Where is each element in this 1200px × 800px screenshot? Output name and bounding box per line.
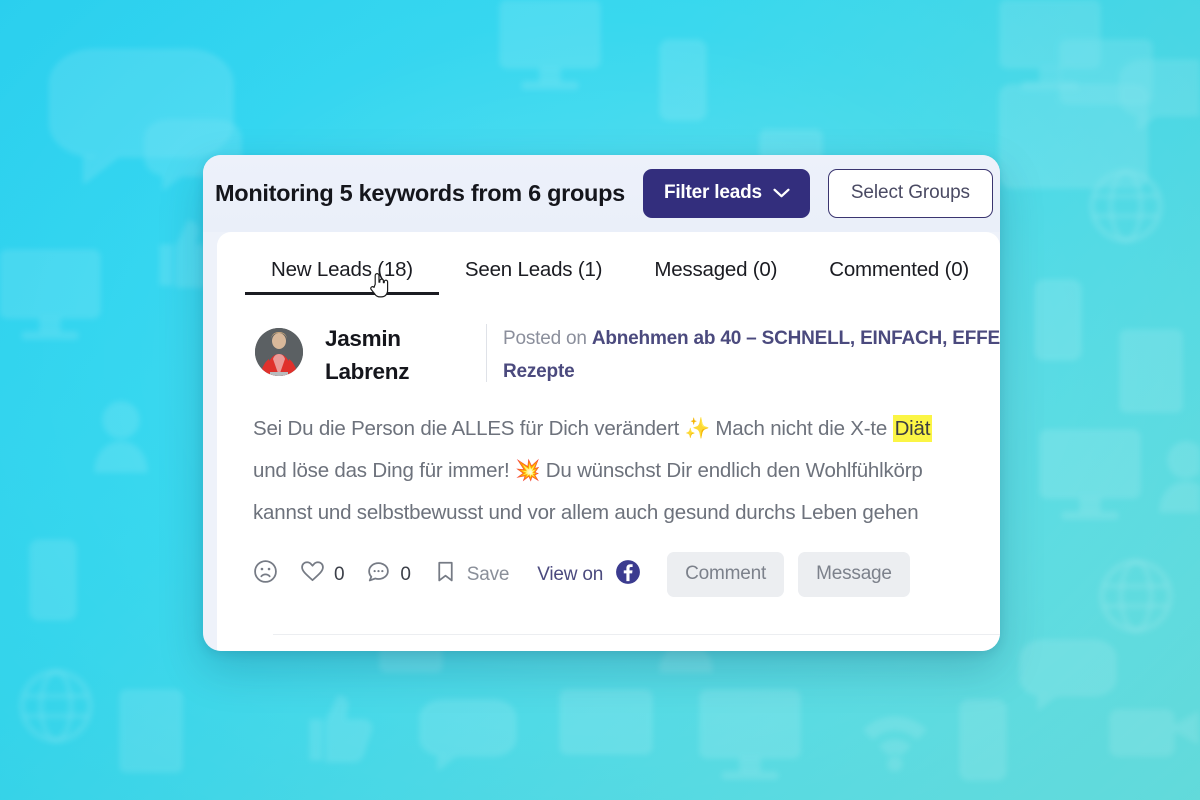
post-text-line-3: kannst und selbstbewusst und vor allem a…	[253, 501, 919, 524]
tab-seen-leads-label: Seen Leads (1)	[464, 258, 603, 281]
tab-seen-leads[interactable]: Seen Leads (1)	[439, 258, 628, 295]
like-button[interactable]: 0	[300, 559, 345, 590]
comment-count-button[interactable]: 0	[366, 559, 411, 590]
lead-author-name: Jasmin Labrenz	[325, 326, 410, 384]
group-name-link-line2[interactable]: Rezepte	[503, 355, 1000, 388]
card-body-panel: New Leads (18) Seen Leads (1) Messaged (…	[217, 232, 1000, 651]
view-on-label: View on	[537, 563, 604, 585]
message-button[interactable]: Message	[798, 552, 910, 597]
lead-tabs: New Leads (18) Seen Leads (1) Messaged (…	[217, 232, 1000, 295]
highlighted-keyword: Diät	[892, 415, 933, 442]
save-label: Save	[466, 563, 510, 585]
chevron-down-icon	[773, 188, 790, 199]
posted-on-line: Posted on Abnehmen ab 40 – SCHNELL, EINF…	[487, 322, 1000, 388]
comment-bubble-icon	[366, 559, 391, 590]
select-groups-button[interactable]: Select Groups	[827, 169, 993, 218]
comment-count: 0	[400, 563, 411, 585]
tab-commented-label: Commented (0)	[829, 258, 970, 281]
post-text-line-1: Sei Du die Person die ALLES für Dich ver…	[253, 408, 1000, 450]
lead-actions: 0 0 Save View on Comment Message	[217, 534, 1000, 597]
filter-leads-button[interactable]: Filter leads	[642, 169, 810, 218]
card-header: Monitoring 5 keywords from 6 groups Filt…	[203, 155, 1000, 232]
like-count: 0	[334, 563, 345, 585]
select-groups-label: Select Groups	[850, 182, 970, 203]
frowning-face-icon	[253, 559, 278, 590]
screenshot-stage: Monitoring 5 keywords from 6 groups Filt…	[0, 0, 1200, 800]
post-text: Sei Du die Person die ALLES für Dich ver…	[217, 388, 1000, 534]
bookmark-icon	[433, 559, 458, 590]
heart-icon	[300, 559, 325, 590]
tab-messaged[interactable]: Messaged (0)	[628, 258, 803, 295]
group-name-link[interactable]: Abnehmen ab 40 – SCHNELL, EINFACH, EFFE	[592, 328, 1000, 349]
tab-new-leads[interactable]: New Leads (18)	[245, 258, 439, 295]
react-button[interactable]	[253, 559, 278, 590]
filter-leads-label: Filter leads	[663, 182, 762, 203]
leads-card: Monitoring 5 keywords from 6 groups Filt…	[203, 155, 1000, 651]
page-title: Monitoring 5 keywords from 6 groups	[215, 180, 625, 206]
posted-on-label: Posted on	[502, 328, 587, 349]
tab-commented[interactable]: Commented (0)	[803, 258, 995, 295]
comment-button[interactable]: Comment	[667, 552, 785, 597]
tab-messaged-label: Messaged (0)	[654, 258, 778, 281]
facebook-icon	[615, 559, 641, 591]
lead-header: Jasmin Labrenz Posted on Abnehmen ab 40 …	[217, 322, 1000, 388]
post-text-line-2: und löse das Ding für immer! 💥 Du wünsch…	[253, 459, 923, 482]
tab-new-leads-label: New Leads (18)	[271, 258, 413, 281]
lead-separator	[273, 634, 1000, 635]
post-line-1-text: Sei Du die Person die ALLES für Dich ver…	[253, 417, 893, 440]
view-on-facebook-link[interactable]: View on	[537, 559, 641, 591]
avatar	[255, 328, 303, 376]
lead-item: Jasmin Labrenz Posted on Abnehmen ab 40 …	[217, 295, 1000, 635]
save-button[interactable]: Save	[433, 559, 510, 590]
